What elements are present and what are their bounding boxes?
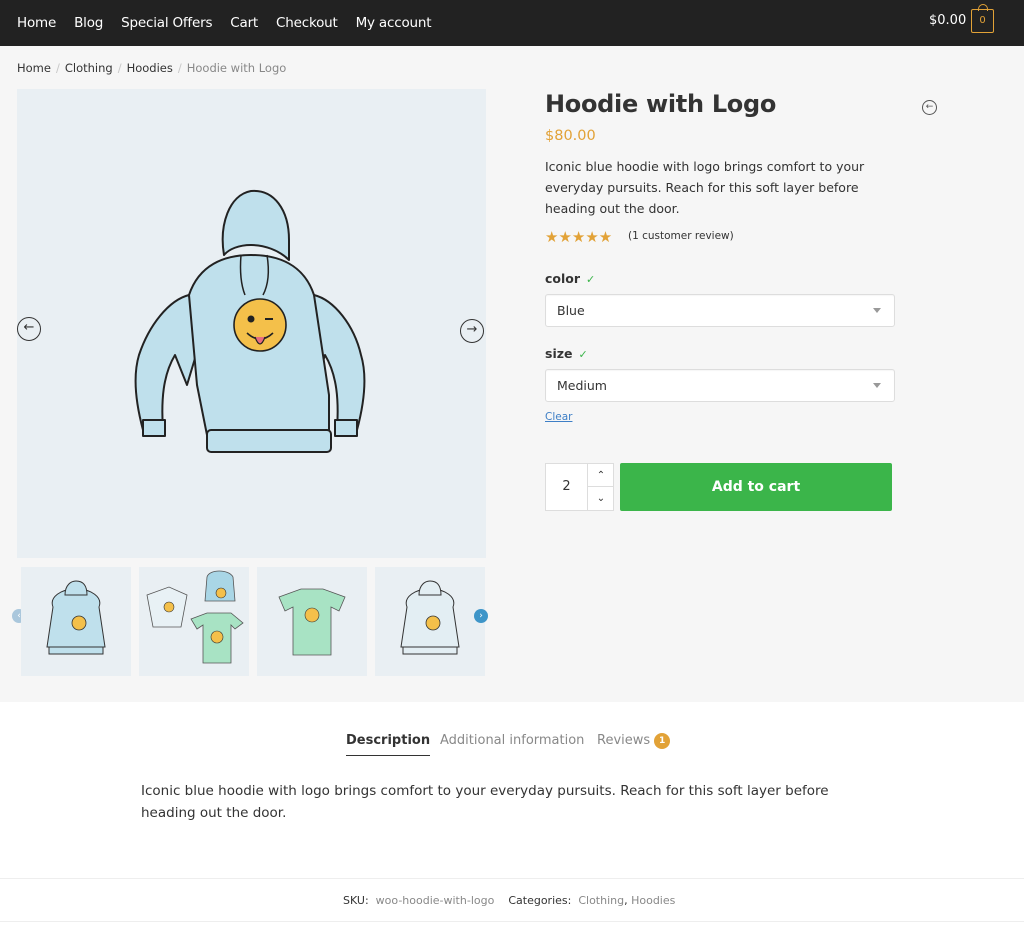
thumbnail-set[interactable] (139, 567, 249, 676)
check-icon: ✓ (578, 348, 588, 361)
clear-variations-link[interactable]: Clear (545, 411, 572, 423)
thumbnail-hoodie-alt[interactable] (375, 567, 485, 676)
tab-description[interactable]: Description (346, 733, 431, 756)
breadcrumb-current: Hoodie with Logo (186, 61, 287, 75)
color-select[interactable]: Blue (545, 294, 895, 327)
tab-additional-information[interactable]: Additional information (440, 733, 584, 748)
nav-cart[interactable]: Cart (230, 15, 258, 31)
nav-home[interactable]: Home (17, 15, 56, 31)
description-text: Iconic blue hoodie with logo brings comf… (141, 783, 829, 821)
primary-nav: Home Blog Special Offers Cart Checkout M… (17, 0, 449, 46)
chevron-down-icon (873, 383, 881, 388)
nav-my-account[interactable]: My account (356, 15, 432, 31)
breadcrumb-separator: / (55, 61, 60, 75)
check-icon: ✓ (586, 273, 596, 286)
breadcrumb: Home / Clothing / Hoodies / Hoodie with Logo (17, 61, 286, 75)
nav-blog[interactable]: Blog (74, 15, 103, 31)
tab-reviews-label: Reviews (597, 733, 651, 748)
cart-bag-icon[interactable]: 0 (971, 4, 994, 33)
sku-label: SKU: (343, 894, 369, 907)
thumb-next-icon[interactable]: › (474, 609, 488, 623)
thumbnail-strip (21, 567, 485, 676)
back-arrow-icon[interactable]: ← (922, 100, 937, 115)
color-label-text: color (545, 271, 581, 286)
categories-label: Categories: (508, 894, 572, 907)
tab-reviews[interactable]: Reviews 1 (597, 733, 671, 749)
breadcrumb-hoodies[interactable]: Hoodies (127, 61, 173, 75)
thumbnail-hoodie[interactable] (21, 567, 131, 676)
sku-value: woo-hoodie-with-logo (375, 894, 495, 907)
breadcrumb-separator: / (117, 61, 122, 75)
nav-special-offers[interactable]: Special Offers (121, 15, 212, 31)
divider (0, 921, 1024, 922)
category-link-hoodies[interactable]: Hoodies (631, 894, 675, 907)
chevron-up-icon[interactable]: ⌃ (587, 464, 614, 487)
add-to-cart-button[interactable]: Add to cart (620, 463, 892, 511)
size-label-text: size (545, 346, 573, 361)
category-link-clothing[interactable]: Clothing (578, 894, 624, 907)
thumbnail-tshirt[interactable] (257, 567, 367, 676)
size-label: size ✓ (545, 346, 588, 361)
chevron-down-icon[interactable]: ⌄ (587, 487, 614, 510)
product-image[interactable]: ← → (17, 89, 486, 558)
gallery-next-arrow-icon[interactable]: → (460, 319, 484, 343)
cart-count: 0 (979, 15, 986, 26)
customer-review-link[interactable]: (1 customer review) (628, 230, 734, 242)
size-select-value: Medium (557, 378, 607, 393)
product-price: $80.00 (545, 128, 596, 144)
color-select-value: Blue (557, 303, 585, 318)
hoodie-image (134, 189, 366, 453)
breadcrumb-home[interactable]: Home (17, 61, 51, 75)
product-meta: SKU: woo-hoodie-with-logo Categories: Cl… (343, 894, 676, 907)
breadcrumb-clothing[interactable]: Clothing (65, 61, 113, 75)
color-label: color ✓ (545, 271, 595, 286)
product-main: Home / Clothing / Hoodies / Hoodie with Logo ←… (0, 46, 1024, 702)
divider (0, 878, 1024, 879)
size-select[interactable]: Medium (545, 369, 895, 402)
product-title: Hoodie with Logo (545, 90, 777, 118)
product-short-description: Iconic blue hoodie with logo brings comf… (545, 159, 865, 216)
reviews-count-badge: 1 (654, 733, 671, 749)
top-nav-bar: Home Blog Special Offers Cart Checkout M… (0, 0, 1024, 46)
breadcrumb-separator: / (177, 61, 182, 75)
quantity-input[interactable]: 2 (546, 464, 587, 510)
product-tabs: Description Additional information Revie… (0, 733, 1024, 757)
chevron-down-icon (873, 308, 881, 313)
quantity-stepper: 2 ⌃ ⌄ (545, 463, 614, 511)
cart-total[interactable]: $0.00 (929, 13, 966, 28)
star-rating-icon: ★★★★★ (545, 228, 613, 246)
nav-checkout[interactable]: Checkout (276, 15, 338, 31)
gallery-prev-arrow-icon[interactable]: ← (17, 317, 41, 341)
